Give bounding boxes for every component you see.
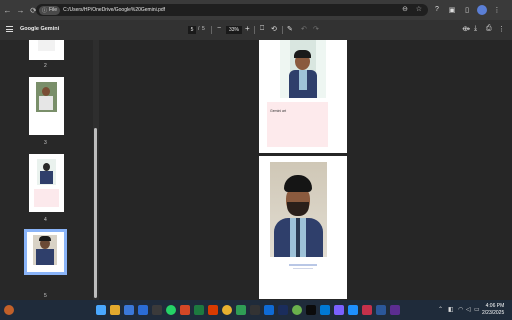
- browser-toolbar: ← → ⟳ ⓘ File C:/Users/HP/OneDrive/Google…: [0, 0, 512, 20]
- app-icon[interactable]: [236, 305, 246, 315]
- panel-icon[interactable]: ▯: [462, 4, 472, 15]
- redo-icon[interactable]: ↷: [313, 25, 319, 33]
- page-total: 5: [202, 26, 205, 32]
- portrait-image: [270, 162, 327, 257]
- thumbnail-label: 2: [44, 63, 47, 69]
- thumbnail-page[interactable]: [29, 77, 64, 135]
- toolbar-divider: [282, 26, 283, 34]
- toolbar-divider: [254, 26, 255, 34]
- chrome-icon[interactable]: [222, 305, 232, 315]
- file-chip[interactable]: ⓘ File: [39, 5, 61, 15]
- windows-taskbar: ⌃ ◧ ◠ ◁ ▭ 4:06 PM 2/23/2025: [0, 300, 512, 320]
- back-arrow-icon[interactable]: ←: [2, 5, 13, 16]
- info-icon: ⓘ: [42, 7, 48, 14]
- thumbnail-page[interactable]: [29, 40, 64, 60]
- windows-start-icon[interactable]: [96, 305, 106, 315]
- pdf-toolbar: Google Gemini 5 / 5 − 33% + ⎕ ⟲ ✎ ↶ ↷ ⟴ …: [0, 20, 512, 40]
- thumbnail-sidebar: 2 3 4 5: [0, 40, 93, 300]
- caption-line: [289, 264, 317, 266]
- volume-icon[interactable]: ◁: [466, 306, 471, 313]
- file-chip-label: File: [49, 7, 58, 13]
- annotate-pen-icon[interactable]: ✎: [287, 25, 293, 33]
- app-icon[interactable]: [180, 305, 190, 315]
- menu-kebab-icon[interactable]: ⋮: [492, 4, 502, 15]
- photoshop-icon[interactable]: [278, 305, 288, 315]
- portrait-image: [280, 40, 326, 98]
- zoom-icon[interactable]: ⊖: [402, 5, 408, 13]
- pdf-page-5: [259, 156, 347, 299]
- sidebar-menu-icon[interactable]: [6, 26, 13, 32]
- page-number-input[interactable]: 5: [188, 26, 196, 34]
- profile-icon[interactable]: [477, 4, 487, 15]
- url-text[interactable]: C:/Users/HP/OneDrive/Google%20Gemini.pdf: [63, 7, 165, 13]
- zoom-level-input[interactable]: 33%: [226, 26, 242, 34]
- zoom-out-button[interactable]: −: [217, 25, 221, 32]
- app-icon[interactable]: [348, 305, 358, 315]
- help-icon[interactable]: ?: [432, 4, 442, 15]
- battery-icon[interactable]: ▭: [474, 306, 480, 313]
- thumbnail-label: 5: [44, 293, 47, 299]
- app-icon[interactable]: [334, 305, 344, 315]
- forward-arrow-icon[interactable]: →: [15, 5, 26, 16]
- pdf-page-4: Gemini art: [259, 40, 347, 153]
- document-title: Google Gemini: [20, 26, 60, 32]
- tray-chevron-icon[interactable]: ⌃: [438, 306, 443, 313]
- app-icon[interactable]: [264, 305, 274, 315]
- system-clock[interactable]: 4:06 PM 2/23/2025: [482, 303, 504, 317]
- address-bar[interactable]: ⓘ File C:/Users/HP/OneDrive/Google%20Gem…: [36, 4, 428, 16]
- app-icon[interactable]: [292, 305, 302, 315]
- page-separator: /: [198, 26, 200, 32]
- zoom-in-button[interactable]: +: [245, 24, 250, 33]
- print-icon[interactable]: ⎙: [486, 25, 492, 33]
- more-options-icon[interactable]: ⋮: [498, 25, 505, 33]
- rotate-icon[interactable]: ⟲: [271, 25, 277, 33]
- wifi-icon[interactable]: ◠: [458, 306, 463, 313]
- caption-line: [293, 268, 313, 269]
- bookmark-star-icon[interactable]: ☆: [416, 5, 422, 13]
- clock-date: 2/23/2025: [482, 310, 505, 316]
- app-icon[interactable]: [250, 305, 260, 315]
- download-icon[interactable]: ⤓: [474, 25, 477, 33]
- app-icon[interactable]: [306, 305, 316, 315]
- edge-icon[interactable]: [320, 305, 330, 315]
- caption-text: Gemini art: [270, 109, 287, 113]
- extension-icon[interactable]: ▣: [447, 4, 457, 15]
- app-icon[interactable]: [138, 305, 148, 315]
- caption-box: Gemini art: [267, 102, 328, 147]
- document-viewer: Gemini art: [99, 40, 512, 300]
- toolbar-divider: [211, 26, 212, 34]
- excel-icon[interactable]: [194, 305, 204, 315]
- tray-app-icon[interactable]: ◧: [448, 306, 454, 313]
- app-icon[interactable]: [390, 305, 400, 315]
- word-icon[interactable]: [376, 305, 386, 315]
- clock-time: 4:06 PM: [485, 303, 505, 309]
- weather-icon[interactable]: [4, 305, 14, 315]
- thumbnail-page[interactable]: [29, 154, 64, 212]
- thumbnail-label: 3: [44, 140, 47, 146]
- sidebar-scrollbar-thumb[interactable]: [94, 128, 97, 298]
- app-icon[interactable]: [152, 305, 162, 315]
- thumbnail-label: 4: [44, 217, 47, 223]
- app-icon[interactable]: [362, 305, 372, 315]
- file-explorer-icon[interactable]: [110, 305, 120, 315]
- save-drive-icon[interactable]: ⟴: [462, 25, 470, 33]
- whatsapp-icon[interactable]: [166, 305, 176, 315]
- browser-app-icon[interactable]: [124, 305, 134, 315]
- thumbnail-page-selected[interactable]: [24, 229, 67, 275]
- undo-icon[interactable]: ↶: [301, 25, 307, 33]
- fit-page-icon[interactable]: ⎕: [260, 25, 264, 33]
- powerpoint-icon[interactable]: [208, 305, 218, 315]
